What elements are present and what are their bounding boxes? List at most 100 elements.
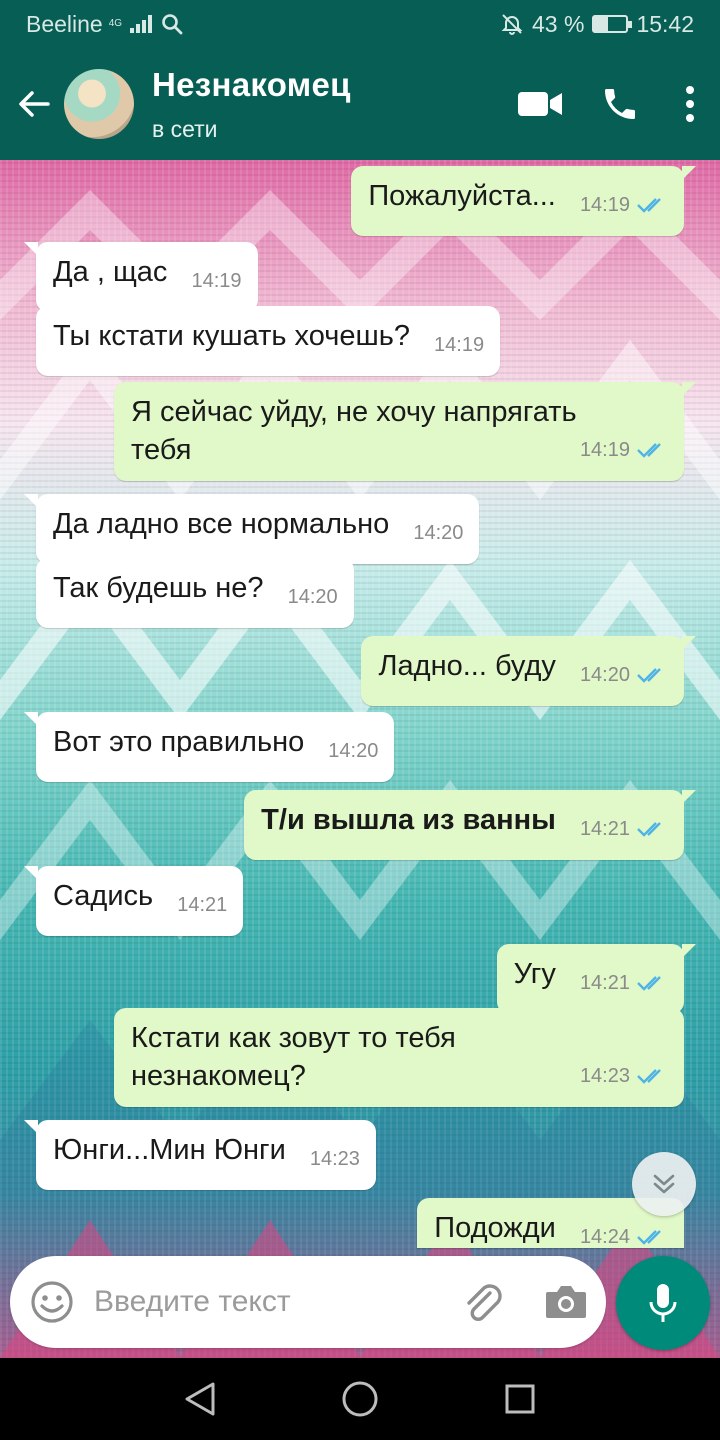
- message-time: 14:24: [579, 1226, 630, 1248]
- chat-area[interactable]: Пожалуйста... 14:19 Да , щас 14:19 Ты кс…: [0, 160, 720, 1358]
- read-ticks-icon: [637, 1069, 661, 1084]
- message-input[interactable]: Введите текст: [94, 1285, 460, 1319]
- system-nav-bar: [0, 1358, 720, 1440]
- attach-icon[interactable]: [460, 1279, 506, 1325]
- message-time: 14:21: [579, 818, 630, 840]
- message-meta: 14:19: [580, 186, 668, 224]
- phone-call-icon: [605, 89, 635, 119]
- search-icon: [162, 14, 183, 35]
- read-ticks-icon: [637, 976, 661, 991]
- message-text: Подожди: [434, 1212, 556, 1244]
- mute-notifications-icon: [501, 14, 523, 35]
- chat-header: Незнакомец в сети: [0, 48, 720, 160]
- read-ticks-icon: [637, 822, 661, 837]
- nav-back-button[interactable]: [170, 1369, 230, 1429]
- status-bar: Beeline 4G 43 % 15:42: [0, 0, 720, 48]
- triangle-back-icon: [185, 1382, 215, 1416]
- message-text: Я сейчас уйду, не хочу напрягать: [131, 396, 577, 428]
- message-text: Вот это правильно: [53, 726, 305, 758]
- message-text: незнакомец?: [131, 1060, 306, 1092]
- message-meta: 14:24: [580, 1218, 668, 1248]
- message-time: 14:19: [579, 439, 630, 461]
- back-button[interactable]: [4, 48, 64, 160]
- message-meta: 14:21: [177, 886, 227, 924]
- message-bubble[interactable]: Угу 14:21: [496, 944, 697, 1014]
- message-text: Пожалуйста...: [368, 180, 556, 212]
- battery-percent: 43 %: [532, 10, 585, 37]
- read-ticks-icon: [637, 443, 661, 458]
- voice-call-button[interactable]: [580, 64, 660, 144]
- avatar[interactable]: [64, 69, 134, 139]
- scroll-to-bottom-button[interactable]: [632, 1152, 696, 1216]
- message-bubble[interactable]: Вот это правильно 14:20: [23, 712, 395, 782]
- message-text: Юнги...Мин Юнги: [53, 1134, 286, 1166]
- message-time: 14:19: [191, 270, 242, 292]
- message-text: Ты кстати кушать хочешь?: [53, 320, 410, 352]
- message-meta: 14:21: [580, 964, 668, 1002]
- message-time: 14:19: [579, 194, 630, 216]
- message-bubble[interactable]: Да ладно все нормально 14:20: [23, 494, 480, 564]
- status-right: 43 % 15:42: [500, 11, 694, 38]
- message-bubble[interactable]: Да , щас 14:19: [24, 242, 258, 312]
- message-bubble[interactable]: Пожалуйста... 14:19: [351, 166, 696, 236]
- clock: 15:42: [636, 10, 694, 37]
- message-bubble[interactable]: Ты кстати кушать хочешь? 14:19: [36, 306, 501, 376]
- message-time: 14:23: [579, 1065, 630, 1087]
- message-bubble[interactable]: Юнги...Мин Юнги 14:23: [24, 1120, 376, 1190]
- message-meta: 14:20: [413, 514, 463, 552]
- message-bubble[interactable]: Кстати как зовут то тебя незнакомец? 14:…: [114, 1008, 684, 1107]
- double-chevron-down-icon: [653, 1174, 675, 1194]
- battery-icon: [592, 15, 633, 33]
- read-ticks-icon: [637, 198, 661, 213]
- message-text: Да ладно все нормально: [53, 508, 390, 540]
- contact-status: в сети: [152, 115, 218, 142]
- message-bubble[interactable]: Ладно... буду 14:20: [361, 636, 696, 706]
- message-text: Т/и вышла из ванны: [261, 804, 556, 836]
- message-time: 14:20: [287, 586, 338, 608]
- message-time: 14:21: [177, 894, 228, 916]
- read-ticks-icon: [637, 668, 661, 683]
- message-meta: 14:19: [192, 262, 242, 300]
- video-call-icon: [518, 92, 562, 116]
- message-time: 14:20: [413, 522, 464, 544]
- voice-record-button[interactable]: [616, 1256, 710, 1350]
- message-time: 14:21: [579, 972, 630, 994]
- contact-info[interactable]: Незнакомец в сети: [152, 66, 500, 143]
- network-type: 4G: [108, 18, 123, 29]
- message-text: Так будешь не?: [53, 572, 264, 604]
- message-time: 14:20: [328, 740, 379, 762]
- camera-icon[interactable]: [544, 1282, 588, 1322]
- mic-icon: [649, 1284, 677, 1322]
- emoji-icon[interactable]: [30, 1280, 74, 1324]
- message-time: 14:20: [579, 664, 630, 686]
- nav-home-button[interactable]: [330, 1369, 390, 1429]
- read-ticks-icon: [637, 1230, 661, 1245]
- more-options-button[interactable]: [660, 64, 720, 144]
- carrier-name: Beeline: [26, 10, 103, 37]
- contact-name: Незнакомец: [152, 65, 351, 103]
- nav-recents-button[interactable]: [490, 1369, 550, 1429]
- message-meta: 14:23: [580, 1057, 668, 1095]
- message-meta: 14:20: [328, 732, 378, 770]
- message-bubble[interactable]: Так будешь не? 14:20: [36, 558, 354, 628]
- video-call-button[interactable]: [500, 64, 580, 144]
- message-text: Кстати как зовут то тебя: [131, 1022, 456, 1054]
- status-left: Beeline 4G: [26, 11, 184, 38]
- back-arrow-icon: [19, 91, 50, 117]
- message-meta: 14:19: [580, 431, 668, 469]
- square-recents-icon: [505, 1384, 535, 1414]
- message-text: Ладно... буду: [378, 650, 556, 682]
- message-meta: 14:21: [580, 810, 668, 848]
- message-bubble[interactable]: Садись 14:21: [23, 866, 244, 936]
- header-actions: [500, 64, 720, 144]
- message-meta: 14:20: [288, 578, 338, 616]
- message-bubble[interactable]: Т/и вышла из ванны 14:21: [244, 790, 696, 860]
- message-time: 14:19: [434, 334, 485, 356]
- message-composer: Введите текст: [10, 1256, 606, 1348]
- more-vert-icon: [686, 86, 694, 122]
- message-text: Садись: [53, 880, 154, 912]
- message-bubble[interactable]: Я сейчас уйду, не хочу напрягать тебя 14…: [114, 382, 696, 481]
- message-meta: 14:20: [580, 656, 668, 694]
- message-meta: 14:19: [434, 326, 484, 364]
- signal-icon: [130, 15, 153, 33]
